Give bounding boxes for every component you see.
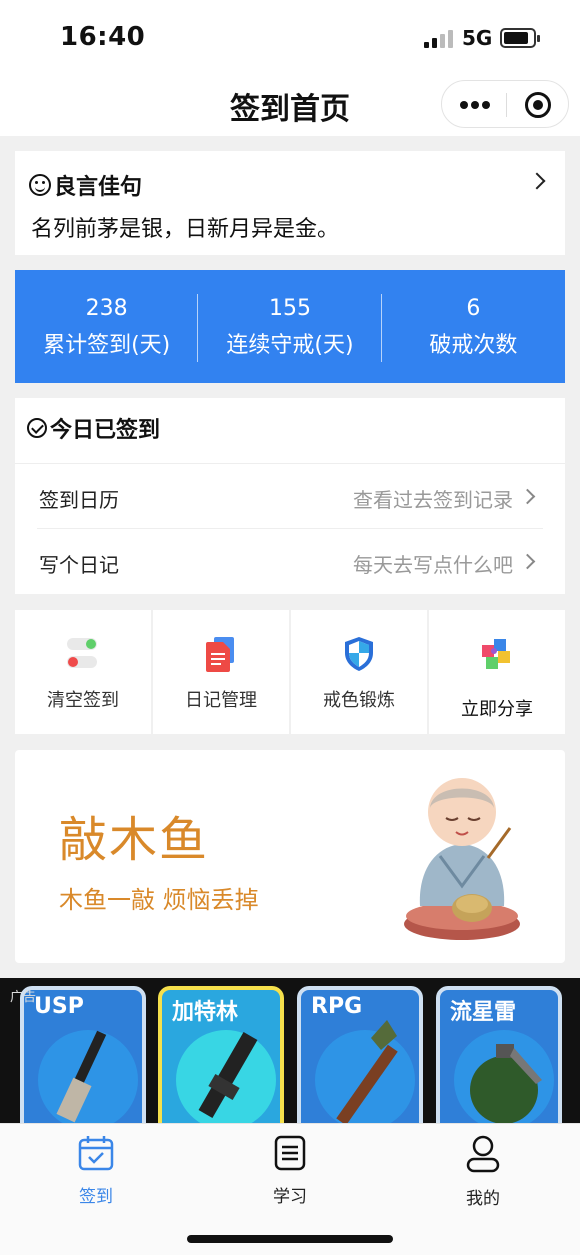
quote-title-row: 良言佳句 xyxy=(29,169,142,201)
banner-subtitle: 木鱼一敲 烦恼丢掉 xyxy=(59,886,259,914)
ad-item-grenade[interactable]: 流星雷 xyxy=(436,986,562,1123)
toggle-icon xyxy=(67,638,97,668)
stat-label: 累计签到(天) xyxy=(43,333,171,358)
chevron-right-icon xyxy=(519,553,536,570)
row-write-diary[interactable]: 写个日记 每天去写点什么吧 xyxy=(15,529,565,593)
tab-label: 我的 xyxy=(466,1189,500,1209)
tab-label: 签到 xyxy=(79,1187,113,1207)
home-indicator xyxy=(187,1235,393,1243)
gatling-icon xyxy=(198,1032,258,1118)
sign-status: 今日已签到 xyxy=(50,418,161,443)
tool-label: 清空签到 xyxy=(47,690,119,711)
ad-item-rpg[interactable]: RPG xyxy=(297,986,423,1123)
quote-card[interactable]: 良言佳句 名列前茅是银，日新月异是金。 xyxy=(15,151,565,255)
tab-label: 学习 xyxy=(273,1187,307,1207)
tools-grid: 清空签到 日记管理 戒色锻炼 立即分享 xyxy=(15,610,565,734)
banner-title: 敲木鱼 xyxy=(59,812,210,868)
quote-text: 名列前茅是银，日新月异是金。 xyxy=(31,217,340,242)
ad-item-name: 加特林 xyxy=(172,1000,239,1025)
tool-share[interactable]: 立即分享 xyxy=(429,610,565,734)
tab-sign[interactable]: 签到 xyxy=(36,1134,156,1207)
chevron-right-icon xyxy=(519,488,536,505)
woodfish-banner[interactable]: 敲木鱼 木鱼一敲 烦恼丢掉 xyxy=(15,750,565,963)
ad-item-name: USP xyxy=(34,994,84,1019)
user-icon xyxy=(466,1135,500,1173)
ad-item-gatling[interactable]: 加特林 xyxy=(158,986,284,1123)
status-bar: 16:40 5G xyxy=(0,0,580,72)
sign-in-card: 今日已签到 签到日历 查看过去签到记录 写个日记 每天去写点什么吧 xyxy=(15,398,565,594)
stat-value: 238 xyxy=(85,296,128,321)
ad-item-usp[interactable]: USP xyxy=(20,986,146,1123)
ad-tag: 广告 xyxy=(10,990,37,1005)
stat-label: 连续守戒(天) xyxy=(226,333,354,358)
row-label: 写个日记 xyxy=(39,553,119,577)
sign-status-row: 今日已签到 xyxy=(27,412,160,444)
row-label: 签到日历 xyxy=(39,488,119,512)
grenade-icon xyxy=(470,1044,542,1123)
rpg-icon xyxy=(336,1020,398,1123)
tab-mine[interactable]: 我的 xyxy=(423,1134,543,1209)
puzzle-icon xyxy=(482,639,510,669)
signal-icon xyxy=(424,30,454,48)
tool-label: 立即分享 xyxy=(461,699,533,720)
check-circle-icon xyxy=(27,418,47,438)
row-hint: 查看过去签到记录 xyxy=(353,488,513,512)
stats-panel: 238 累计签到(天) 155 连续守戒(天) 6 破戒次数 xyxy=(15,270,565,383)
close-miniprogram-icon[interactable] xyxy=(525,92,551,118)
status-time: 16:40 xyxy=(60,22,146,52)
tool-label: 戒色锻炼 xyxy=(323,690,395,711)
smile-icon xyxy=(29,174,51,196)
tab-study[interactable]: 学习 xyxy=(230,1134,350,1207)
notebook-icon xyxy=(274,1135,306,1171)
calendar-check-icon xyxy=(78,1136,114,1171)
document-icon xyxy=(206,637,234,672)
quote-title: 良言佳句 xyxy=(54,175,143,200)
miniprogram-capsule xyxy=(441,80,569,128)
tool-exercise[interactable]: 戒色锻炼 xyxy=(291,610,427,734)
more-icon[interactable] xyxy=(460,101,490,109)
tool-diary-manage[interactable]: 日记管理 xyxy=(153,610,289,734)
chevron-right-icon xyxy=(528,172,546,190)
nav-bar: 签到首页 xyxy=(0,72,580,136)
monk-illustration xyxy=(404,778,520,940)
row-sign-calendar[interactable]: 签到日历 查看过去签到记录 xyxy=(15,464,565,528)
ad-item-name: RPG xyxy=(311,994,363,1019)
tool-label: 日记管理 xyxy=(185,690,257,711)
battery-icon xyxy=(500,28,540,48)
stat-label: 破戒次数 xyxy=(429,333,518,358)
stat-value: 155 xyxy=(268,296,311,321)
capsule-divider xyxy=(506,93,507,117)
row-hint: 每天去写点什么吧 xyxy=(353,553,513,577)
shield-icon xyxy=(345,637,373,671)
pistol-icon xyxy=(56,1030,107,1123)
ad-item-name: 流星雷 xyxy=(450,1000,517,1025)
tool-clear-sign[interactable]: 清空签到 xyxy=(15,610,151,734)
stat-value: 6 xyxy=(466,296,481,321)
stat-total-days: 238 累计签到(天) xyxy=(15,270,199,383)
ad-banner[interactable]: 广告 USP 加特林 RPG 流星雷 xyxy=(0,978,580,1123)
stat-streak-days: 155 连续守戒(天) xyxy=(198,270,382,383)
network-label: 5G xyxy=(462,26,493,50)
stat-relapse-count: 6 破戒次数 xyxy=(382,270,565,383)
